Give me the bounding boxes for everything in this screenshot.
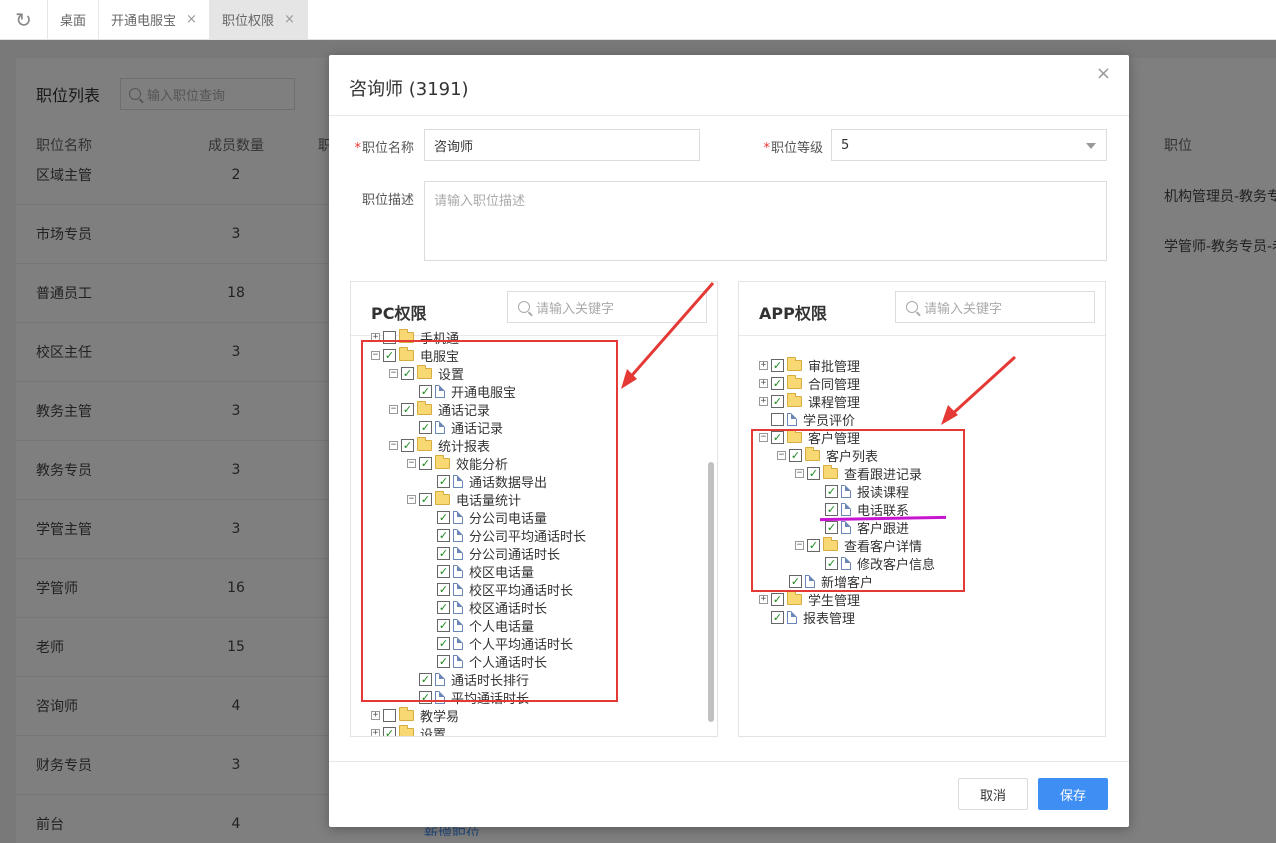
- edit-position-dialog: 咨询师 (3191) × *职位名称 咨询师 *职位等级 5 职位描述 请输入职…: [329, 55, 1129, 827]
- tree-node-label: 学员评价: [803, 413, 856, 429]
- close-icon[interactable]: ×: [284, 12, 295, 27]
- save-button[interactable]: 保存: [1038, 778, 1108, 810]
- position-name-label: *职位名称: [354, 141, 414, 156]
- checkbox-checked[interactable]: ✓: [383, 726, 396, 736]
- checkbox-checked[interactable]: ✓: [771, 358, 784, 372]
- close-icon[interactable]: ×: [1096, 63, 1111, 84]
- tree-node[interactable]: 学员评价: [759, 410, 856, 429]
- search-icon: [518, 301, 530, 313]
- tab-desktop[interactable]: 桌面: [48, 0, 100, 39]
- folder-icon: [787, 392, 802, 407]
- position-level-label: *职位等级: [763, 141, 823, 156]
- expand-icon[interactable]: +: [759, 396, 768, 406]
- tab-bar: ↻ 桌面 开通电服宝 × 职位权限 ×: [0, 0, 1276, 40]
- tree-node-label: 合同管理: [808, 377, 861, 393]
- tab-label: 职位权限: [221, 14, 274, 29]
- expand-icon[interactable]: +: [759, 594, 768, 604]
- refresh-icon[interactable]: ↻: [0, 0, 48, 39]
- expand-icon[interactable]: +: [759, 360, 768, 370]
- checkbox-checked[interactable]: ✓: [771, 394, 784, 408]
- panel-title: APP权限: [759, 304, 827, 323]
- tree-node-label: 设置: [420, 727, 447, 737]
- folder-icon: [787, 590, 802, 605]
- folder-icon: [399, 724, 414, 736]
- checkbox-checked[interactable]: ✓: [771, 592, 784, 606]
- app-keyword-search-input[interactable]: 请输入关键字: [895, 291, 1095, 323]
- folder-icon: [787, 356, 802, 371]
- checkbox-unchecked[interactable]: [771, 412, 784, 426]
- tab-label: 开通电服宝: [111, 14, 177, 29]
- expand-icon[interactable]: +: [371, 710, 380, 720]
- cancel-button[interactable]: 取消: [958, 778, 1028, 810]
- tree-node[interactable]: + ✓ 设置: [371, 724, 447, 737]
- file-icon: [787, 412, 797, 426]
- panel-title: PC权限: [371, 304, 427, 323]
- close-icon[interactable]: ×: [186, 12, 197, 27]
- search-icon: [906, 301, 918, 313]
- position-desc-label: 职位描述: [361, 193, 414, 208]
- scrollbar[interactable]: [708, 462, 714, 722]
- tab-label: 桌面: [60, 14, 87, 29]
- tree-node[interactable]: + ✓ 合同管理: [759, 374, 861, 393]
- expand-icon[interactable]: +: [759, 378, 768, 388]
- position-level-select[interactable]: 5: [831, 129, 1107, 161]
- divider: [329, 761, 1129, 762]
- tree-node[interactable]: ✓ 报表管理: [759, 608, 856, 627]
- divider: [329, 115, 1129, 116]
- tree-node[interactable]: + ✓ 课程管理: [759, 392, 861, 411]
- dialog-title: 咨询师 (3191): [349, 79, 469, 100]
- folder-icon: [399, 706, 414, 721]
- checkbox-checked[interactable]: ✓: [771, 610, 784, 624]
- annotation-box: [751, 429, 965, 592]
- file-icon: [787, 610, 797, 624]
- pc-keyword-search-input[interactable]: 请输入关键字: [507, 291, 707, 323]
- chevron-down-icon: [1086, 143, 1096, 149]
- checkbox-unchecked[interactable]: [383, 708, 396, 722]
- annotation-box: [361, 340, 618, 702]
- tree-node[interactable]: + ✓ 审批管理: [759, 356, 861, 375]
- tree-node-label: 报表管理: [803, 611, 856, 627]
- folder-icon: [787, 374, 802, 389]
- tree-node[interactable]: + 教学易: [371, 706, 460, 725]
- tab-open-dianfubao[interactable]: 开通电服宝 ×: [99, 0, 210, 39]
- tree-node-label: 审批管理: [808, 359, 861, 375]
- tree-node-label: 学生管理: [808, 593, 861, 609]
- checkbox-checked[interactable]: ✓: [771, 376, 784, 390]
- expand-icon[interactable]: +: [371, 728, 380, 736]
- tab-position-permissions[interactable]: 职位权限 ×: [209, 0, 308, 39]
- position-desc-field[interactable]: 请输入职位描述: [424, 181, 1107, 261]
- position-name-field[interactable]: 咨询师: [424, 129, 700, 161]
- tree-node-label: 教学易: [420, 709, 460, 725]
- tree-node-label: 课程管理: [808, 395, 861, 411]
- tree-node[interactable]: + ✓ 学生管理: [759, 590, 861, 609]
